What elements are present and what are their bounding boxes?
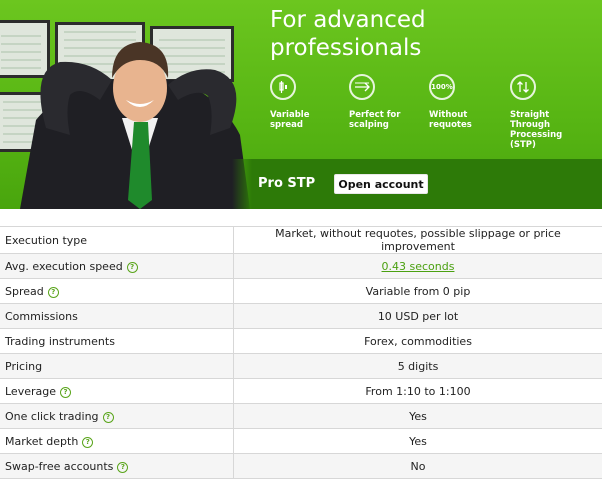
hundred-percent-icon: 100% bbox=[429, 74, 455, 100]
row-label: Commissions bbox=[0, 303, 234, 329]
row-value: From 1:10 to 1:100 bbox=[233, 378, 602, 404]
row-value: Yes bbox=[233, 428, 602, 454]
row-value: 5 digits bbox=[233, 353, 602, 379]
help-icon[interactable]: ? bbox=[126, 261, 138, 273]
help-icon[interactable]: ? bbox=[82, 436, 94, 448]
up-down-arrows-icon bbox=[510, 74, 536, 100]
feature-variable-spread: Variable spread bbox=[270, 74, 309, 130]
execution-speed-link[interactable]: 0.43 seconds bbox=[382, 260, 455, 273]
table-row: Market depth? Yes bbox=[0, 428, 602, 454]
table-row: Swap-free accounts? No bbox=[0, 453, 602, 479]
promo-banner: For advanced professionals Variable spre… bbox=[0, 0, 602, 209]
row-value: No bbox=[233, 453, 602, 479]
account-specs-table: Execution type Market, without requotes,… bbox=[0, 226, 602, 479]
open-account-button[interactable]: Open account bbox=[334, 174, 428, 194]
trader-photo bbox=[0, 0, 252, 209]
row-label: Execution type bbox=[0, 226, 234, 254]
row-label: Avg. execution speed? bbox=[0, 253, 234, 279]
scalping-arrows-icon bbox=[349, 74, 375, 100]
headline-line-1: For advanced bbox=[270, 7, 426, 33]
account-type-title: Pro STP bbox=[258, 176, 316, 191]
row-label: Swap-free accounts? bbox=[0, 453, 234, 479]
row-label: Market depth? bbox=[0, 428, 234, 454]
row-label: Pricing bbox=[0, 353, 234, 379]
table-row: Avg. execution speed? 0.43 seconds bbox=[0, 253, 602, 279]
row-label: One click trading? bbox=[0, 403, 234, 429]
row-value: Yes bbox=[233, 403, 602, 429]
row-value: 0.43 seconds bbox=[233, 253, 602, 279]
help-icon[interactable]: ? bbox=[117, 461, 129, 473]
row-value: Market, without requotes, possible slipp… bbox=[233, 226, 602, 254]
table-row: Trading instruments Forex, commodities bbox=[0, 328, 602, 354]
feature-stp: Straight Through Processing (STP) bbox=[510, 74, 562, 150]
row-label: Leverage? bbox=[0, 378, 234, 404]
help-icon[interactable]: ? bbox=[60, 386, 71, 398]
banner-headline: For advanced professionals bbox=[270, 6, 426, 62]
table-row: Commissions 10 USD per lot bbox=[0, 303, 602, 329]
table-row: Spread? Variable from 0 pip bbox=[0, 278, 602, 304]
feature-perfect-scalping: Perfect for scalping bbox=[349, 74, 400, 130]
row-label: Spread? bbox=[0, 278, 234, 304]
help-icon[interactable]: ? bbox=[47, 286, 59, 298]
row-value: Forex, commodities bbox=[233, 328, 602, 354]
help-icon[interactable]: ? bbox=[102, 411, 114, 423]
row-value: 10 USD per lot bbox=[233, 303, 602, 329]
candlestick-icon bbox=[270, 74, 296, 100]
trader-figure bbox=[20, 42, 250, 209]
table-row: One click trading? Yes bbox=[0, 403, 602, 429]
headline-line-2: professionals bbox=[270, 35, 422, 61]
table-row: Leverage? From 1:10 to 1:100 bbox=[0, 378, 602, 404]
table-row: Execution type Market, without requotes,… bbox=[0, 226, 602, 254]
feature-without-requotes: 100% Without requotes bbox=[429, 74, 472, 130]
row-label: Trading instruments bbox=[0, 328, 234, 354]
table-row: Pricing 5 digits bbox=[0, 353, 602, 379]
row-value: Variable from 0 pip bbox=[233, 278, 602, 304]
